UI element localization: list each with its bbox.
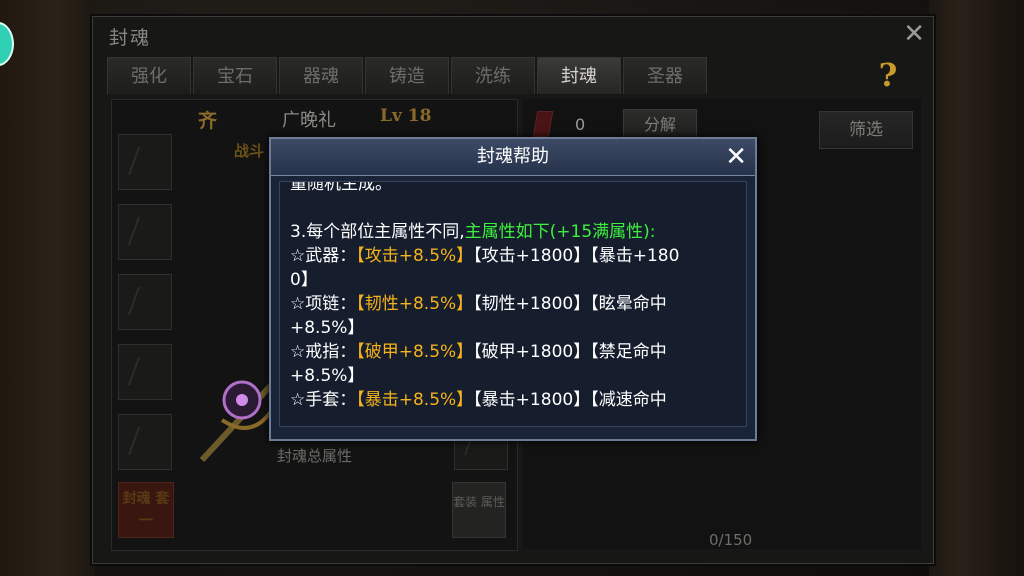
equip-slot-2[interactable] bbox=[118, 204, 172, 260]
help-text-scroll[interactable]: 量随机生成。 3.每个部位主属性不同,主属性如下(+15满属性): ☆武器：【攻… bbox=[279, 181, 747, 427]
tab-enhance[interactable]: 强化 bbox=[107, 57, 191, 94]
tab-holy-artifact[interactable]: 圣器 bbox=[623, 57, 707, 94]
equip-slot-4[interactable] bbox=[118, 344, 172, 400]
help-line-blank bbox=[290, 196, 738, 220]
set-attributes-button[interactable]: 套装 属性 bbox=[452, 482, 506, 538]
soul-stone-count: 0 bbox=[575, 115, 586, 134]
help-line: ☆武器：【攻击+8.5%】【攻击+1800】【暴击+180 bbox=[290, 246, 680, 266]
window-close-icon[interactable]: ✕ bbox=[903, 19, 925, 49]
help-line: ☆戒指：【破甲+8.5%】【破甲+1800】【禁足命中 bbox=[290, 342, 667, 362]
help-line: ☆手套：【暴击+8.5%】【暴击+1800】【减速命中 bbox=[290, 390, 667, 410]
total-attributes-label: 封魂总属性 bbox=[276, 447, 352, 465]
close-icon[interactable]: ✕ bbox=[725, 141, 747, 173]
help-question-icon[interactable]: ? bbox=[873, 57, 903, 93]
tab-forge[interactable]: 铸造 bbox=[365, 57, 449, 94]
help-line: 3.每个部位主属性不同,主属性如下(+15满属性): bbox=[290, 222, 656, 242]
soul-stone-icon bbox=[532, 111, 554, 137]
background-right bbox=[929, 0, 1024, 576]
set-one-button[interactable]: 封魂 套一 bbox=[118, 482, 174, 538]
equip-slot-1[interactable] bbox=[118, 134, 172, 190]
set-tag: 齐 bbox=[198, 110, 218, 132]
help-line: ☆项链：【韧性+8.5%】【韧性+1800】【眩晕命中 bbox=[290, 294, 667, 314]
equip-slot-3[interactable] bbox=[118, 274, 172, 330]
filter-button[interactable]: 筛选 bbox=[819, 111, 913, 149]
help-text: 量随机生成。 3.每个部位主属性不同,主属性如下(+15满属性): ☆武器：【攻… bbox=[290, 181, 738, 412]
hero-name: 广晚礼 bbox=[282, 110, 336, 131]
power-label: 战斗 bbox=[234, 142, 265, 160]
tab-gem[interactable]: 宝石 bbox=[193, 57, 277, 94]
tab-soul-seal[interactable]: 封魂 bbox=[537, 57, 621, 94]
background-left bbox=[0, 0, 95, 576]
hero-level: Lv 18 bbox=[380, 106, 432, 126]
help-line: +8.5%】 bbox=[290, 366, 365, 386]
tab-bar: 强化 宝石 器魂 铸造 洗练 封魂 圣器 bbox=[107, 57, 707, 94]
tab-artifact-soul[interactable]: 器魂 bbox=[279, 57, 363, 94]
help-line: 0】 bbox=[290, 270, 318, 290]
help-line: +8.5%】 bbox=[290, 318, 365, 338]
help-dialog-header: 封魂帮助 ✕ bbox=[271, 139, 755, 176]
help-line: 量随机生成。 bbox=[290, 181, 392, 194]
hero-header: 齐 广晚礼 Lv 18 bbox=[112, 100, 517, 136]
help-dialog: 封魂帮助 ✕ 量随机生成。 3.每个部位主属性不同,主属性如下(+15满属性):… bbox=[269, 137, 757, 441]
window-title: 封魂 bbox=[109, 27, 152, 49]
help-dialog-title: 封魂帮助 bbox=[477, 146, 549, 167]
tab-refine[interactable]: 洗练 bbox=[451, 57, 535, 94]
inventory-capacity: 0/150 bbox=[709, 531, 753, 549]
